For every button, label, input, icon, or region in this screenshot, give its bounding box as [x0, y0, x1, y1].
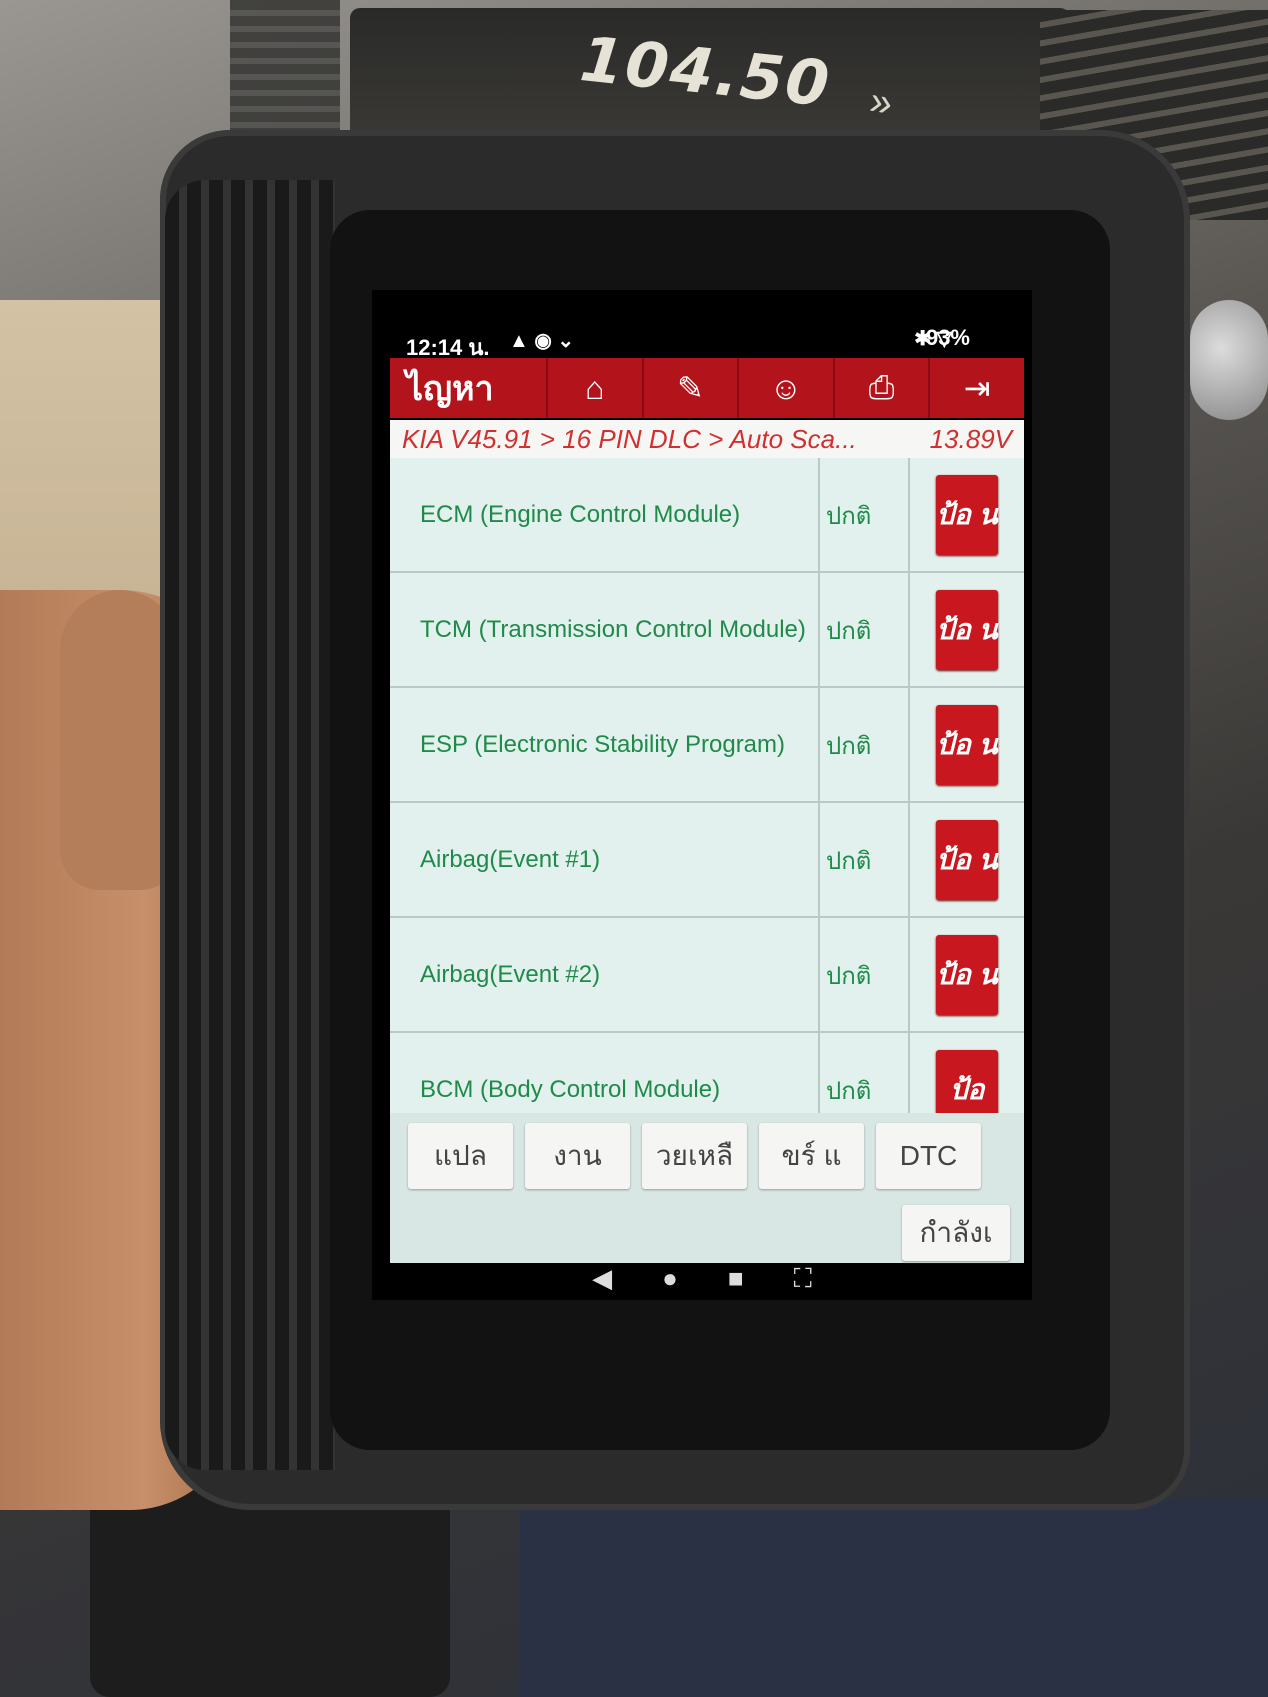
module-name: Airbag(Event #1) — [390, 803, 820, 916]
lap — [520, 1500, 1268, 1697]
voltage-readout: 13.89V — [929, 423, 1012, 454]
module-status: ปกติ — [820, 1033, 910, 1113]
screenshot-icon[interactable]: ⛶ — [794, 1263, 812, 1300]
module-status: ปกติ — [820, 688, 910, 801]
module-status: ปกติ — [820, 918, 910, 1031]
page-title: ไญหา — [406, 370, 494, 408]
enter-button[interactable]: ป้อ น — [936, 589, 998, 670]
in-progress-button[interactable]: กำลังเ — [902, 1205, 1010, 1261]
enter-button[interactable]: ป้อ น — [936, 704, 998, 785]
module-name: BCM (Body Control Module) — [390, 1033, 820, 1113]
print-icon: ⎙ — [868, 369, 895, 405]
enter-button[interactable]: ป้อ — [936, 1049, 998, 1113]
tablet-screen: 12:14 น. ▲ ◉ ⌄ ✱ ▽ 93% ไญหา ⌂ ✎ ☺ ⎙ ⇥ KI… — [372, 290, 1032, 1300]
enter-button[interactable]: ป้อ น — [936, 819, 998, 900]
module-name: TCM (Transmission Control Module) — [390, 573, 820, 686]
module-status: ปกติ — [820, 803, 910, 916]
exit-button[interactable]: ⇥ — [928, 358, 1024, 418]
edit-icon: ✎ — [676, 370, 704, 406]
share-button[interactable]: ขร์ แ — [759, 1123, 864, 1189]
module-status: ปกติ — [820, 458, 910, 571]
home-button[interactable]: ⌂ — [545, 358, 642, 418]
module-row: Airbag(Event #2) ปกติ ป้อ น — [390, 918, 1024, 1033]
module-row: ESP (Electronic Stability Program) ปกติ … — [390, 688, 1024, 803]
module-name: ECM (Engine Control Module) — [390, 458, 820, 571]
module-row: ECM (Engine Control Module) ปกติ ป้อ น — [390, 458, 1024, 573]
exit-icon: ⇥ — [963, 370, 991, 406]
bottom-action-panel: แปล งาน วยเหลื ขร์ แ DTC กำลังเ — [390, 1113, 1024, 1263]
home-nav-icon[interactable]: ● — [662, 1263, 678, 1300]
module-row: TCM (Transmission Control Module) ปกติ ป… — [390, 573, 1024, 688]
breadcrumb: KIA V45.91 > 16 PIN DLC > Auto Sca... 13… — [390, 420, 1024, 458]
help-button[interactable]: วยเหลื — [642, 1123, 747, 1189]
module-row: Airbag(Event #1) ปกติ ป้อ น — [390, 803, 1024, 918]
translate-button[interactable]: แปล — [408, 1123, 513, 1189]
status-bar: 12:14 น. ▲ ◉ ⌄ ✱ ▽ 93% — [372, 290, 1032, 360]
home-icon: ⌂ — [585, 369, 605, 406]
print-button[interactable]: ⎙ — [832, 358, 929, 418]
rubber-grip — [165, 180, 335, 1470]
module-name: Airbag(Event #2) — [390, 918, 820, 1031]
android-nav-bar: ◀ ● ■ ⛶ — [372, 1263, 1032, 1300]
app-toolbar: ไญหา ⌂ ✎ ☺ ⎙ ⇥ — [390, 358, 1024, 418]
report-button[interactable]: งาน — [525, 1123, 630, 1189]
enter-button[interactable]: ป้อ น — [936, 474, 998, 555]
dtc-button[interactable]: DTC — [876, 1123, 981, 1189]
ignition-knob — [1190, 300, 1268, 420]
module-row: BCM (Body Control Module) ปกติ ป้อ — [390, 1033, 1024, 1113]
user-button[interactable]: ☺ — [737, 358, 833, 418]
module-status: ปกติ — [820, 573, 910, 686]
enter-button[interactable]: ป้อ น — [936, 934, 998, 1015]
back-icon[interactable]: ◀ — [592, 1263, 612, 1300]
notification-icons: ▲ ◉ ⌄ — [509, 330, 575, 352]
module-list: ECM (Engine Control Module) ปกติ ป้อ น T… — [390, 458, 1024, 1113]
edit-button[interactable]: ✎ — [641, 358, 738, 418]
battery-level: 93% — [925, 325, 970, 350]
recents-icon[interactable]: ■ — [728, 1263, 744, 1300]
user-icon: ☺ — [769, 369, 803, 406]
breadcrumb-path: KIA V45.91 > 16 PIN DLC > Auto Sca... — [402, 423, 857, 454]
module-name: ESP (Electronic Stability Program) — [390, 688, 820, 801]
